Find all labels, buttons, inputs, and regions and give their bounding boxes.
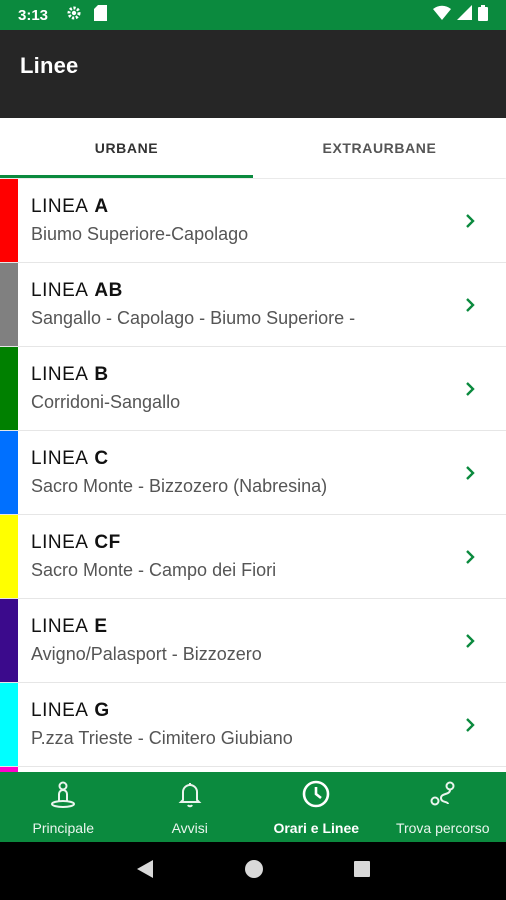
- chevron-right-icon: [450, 465, 490, 481]
- app-bar: Linee: [0, 30, 506, 118]
- clock-icon: [301, 779, 331, 820]
- list-item-linea-e[interactable]: LINEA E Avigno/Palasport - Bizzozero: [0, 599, 506, 683]
- nav-label: Trova percorso: [395, 819, 490, 836]
- nav-orari-e-linee[interactable]: Orari e Linee: [253, 772, 380, 842]
- line-route: Avigno/Palasport - Bizzozero: [31, 644, 262, 664]
- person-pin-icon: [48, 779, 78, 820]
- line-code: E: [94, 616, 108, 637]
- line-prefix: LINEA: [31, 280, 89, 301]
- line-prefix: LINEA: [31, 616, 89, 637]
- line-route: Biumo Superiore-Capolago: [31, 224, 249, 244]
- line-name: LINEA E: [31, 616, 450, 638]
- list-item-text: LINEA B Corridoni-Sangallo: [31, 364, 450, 413]
- line-route: Sacro Monte - Bizzozero (Nabresina): [31, 476, 328, 496]
- list-item-linea-g[interactable]: LINEA G P.zza Trieste - Cimitero Giubiano: [0, 683, 506, 767]
- line-prefix: LINEA: [31, 448, 89, 469]
- line-prefix: LINEA: [31, 364, 89, 385]
- chevron-right-icon: [450, 549, 490, 565]
- line-code: C: [94, 448, 109, 469]
- nav-principale[interactable]: Principale: [0, 772, 127, 842]
- list-item-text: LINEA E Avigno/Palasport - Bizzozero: [31, 616, 450, 665]
- wifi-icon: [433, 5, 451, 25]
- line-prefix: LINEA: [31, 196, 89, 217]
- line-route: Sacro Monte - Campo dei Fiori: [31, 560, 277, 580]
- nav-label: Orari e Linee: [273, 819, 360, 836]
- list-item-text: LINEA G P.zza Trieste - Cimitero Giubiano: [31, 700, 450, 749]
- line-route: Sangallo - Capolago - Biumo Superiore -: [31, 308, 356, 328]
- list-item-text: LINEA AB Sangallo - Capolago - Biumo Supe…: [31, 280, 450, 329]
- line-code: CF: [94, 532, 121, 553]
- line-route: Corridoni-Sangallo: [31, 392, 181, 412]
- back-icon[interactable]: [135, 858, 155, 885]
- page-title: Linee: [20, 53, 79, 78]
- line-name: LINEA AB: [31, 280, 450, 302]
- chevron-right-icon: [450, 633, 490, 649]
- status-right-icons: [433, 4, 488, 26]
- line-name: LINEA G: [31, 700, 450, 722]
- line-name: LINEA A: [31, 196, 450, 218]
- sd-card-icon: [94, 4, 108, 26]
- line-name: LINEA CF: [31, 532, 450, 554]
- list-item-linea-b[interactable]: LINEA B Corridoni-Sangallo: [0, 347, 506, 431]
- nav-label: Avvisi: [171, 819, 208, 836]
- line-color-bar: [0, 347, 18, 430]
- nav-trova-percorso[interactable]: Trova percorso: [380, 772, 506, 842]
- gear-icon: [66, 5, 82, 26]
- signal-icon: [457, 5, 472, 25]
- chevron-right-icon: [450, 297, 490, 313]
- bottom-navigation: Principale Avvisi Orari e Linee Trova pe…: [0, 772, 506, 842]
- line-color-bar: [0, 515, 18, 598]
- nav-label: Principale: [32, 819, 94, 836]
- line-color-bar: [0, 179, 18, 262]
- status-left-icons: [66, 4, 108, 26]
- line-prefix: LINEA: [31, 700, 89, 721]
- chevron-right-icon: [450, 381, 490, 397]
- line-name: LINEA B: [31, 364, 450, 386]
- status-time: 3:13: [18, 6, 49, 24]
- line-prefix: LINEA: [31, 532, 89, 553]
- status-bar: 3:13: [0, 0, 506, 30]
- system-navigation-bar: [0, 842, 506, 900]
- line-color-bar: [0, 599, 18, 682]
- chevron-right-icon: [450, 717, 490, 733]
- line-route: P.zza Trieste - Cimitero Giubiano: [31, 728, 293, 748]
- line-code: A: [94, 196, 109, 217]
- line-code: B: [94, 364, 109, 385]
- list-item-text: LINEA C Sacro Monte - Bizzozero (Nabresin…: [31, 448, 450, 497]
- nav-avvisi[interactable]: Avvisi: [127, 772, 254, 842]
- tab-extraurbane[interactable]: EXTRAURBANE: [253, 118, 506, 178]
- tab-urbane[interactable]: URBANE: [0, 118, 253, 178]
- bell-icon: [175, 779, 205, 820]
- chevron-right-icon: [450, 213, 490, 229]
- battery-icon: [478, 4, 488, 26]
- list-item-linea-cf[interactable]: LINEA CF Sacro Monte - Campo dei Fiori: [0, 515, 506, 599]
- list-item-text: LINEA CF Sacro Monte - Campo dei Fiori: [31, 532, 450, 581]
- route-icon: [428, 779, 458, 820]
- lines-list[interactable]: LINEA A Biumo Superiore-Capolago LINEA AB …: [0, 179, 506, 772]
- line-color-bar: [0, 431, 18, 514]
- list-item-linea-ab[interactable]: LINEA AB Sangallo - Capolago - Biumo Supe…: [0, 263, 506, 347]
- line-code: G: [94, 700, 110, 721]
- list-item-text: LINEA A Biumo Superiore-Capolago: [31, 196, 450, 245]
- list-item-linea-c[interactable]: LINEA C Sacro Monte - Bizzozero (Nabresin…: [0, 431, 506, 515]
- recents-icon[interactable]: [353, 860, 371, 883]
- line-code: AB: [94, 280, 123, 301]
- tab-bar: URBANE EXTRAURBANE: [0, 118, 506, 178]
- home-icon[interactable]: [244, 859, 264, 884]
- line-name: LINEA C: [31, 448, 450, 470]
- line-color-bar: [0, 683, 18, 766]
- list-item-linea-a[interactable]: LINEA A Biumo Superiore-Capolago: [0, 179, 506, 263]
- line-color-bar: [0, 263, 18, 346]
